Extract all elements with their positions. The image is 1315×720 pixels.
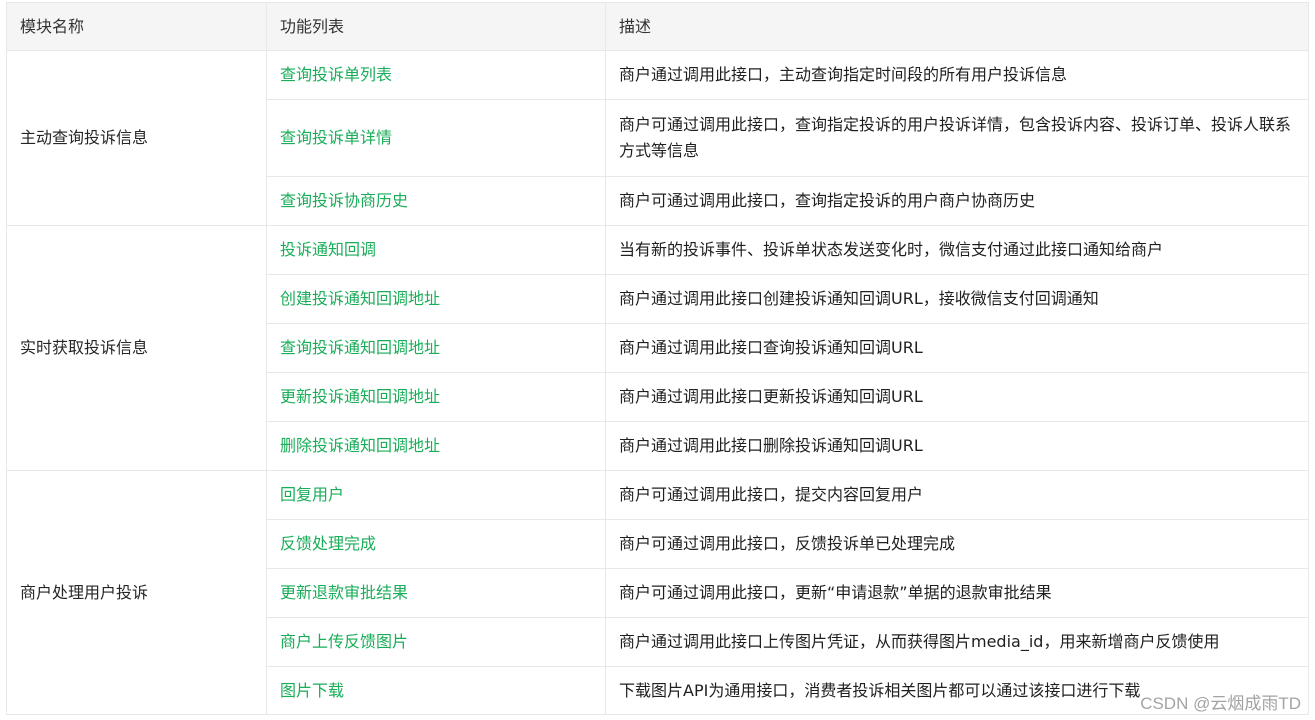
header-row: 模块名称 功能列表 描述: [6, 2, 1309, 51]
description-cell: 商户通过调用此接口查询投诉通知回调URL: [605, 323, 1309, 373]
function-link[interactable]: 图片下载: [280, 681, 344, 700]
description-cell: 商户可通过调用此接口，更新“申请退款”单据的退款审批结果: [605, 568, 1309, 618]
module-cell: 商户处理用户投诉: [6, 470, 267, 715]
function-cell: 投诉通知回调: [266, 225, 606, 275]
description-cell: 商户可通过调用此接口，查询指定投诉的用户投诉详情，包含投诉内容、投诉订单、投诉人…: [605, 99, 1309, 177]
function-link[interactable]: 查询投诉单列表: [280, 65, 392, 84]
function-link[interactable]: 查询投诉协商历史: [280, 191, 408, 210]
description-cell: 商户通过调用此接口删除投诉通知回调URL: [605, 421, 1309, 471]
function-cell: 商户上传反馈图片: [266, 617, 606, 667]
function-link[interactable]: 回复用户: [280, 485, 344, 504]
function-cell: 查询投诉协商历史: [266, 176, 606, 226]
function-link[interactable]: 查询投诉单详情: [280, 128, 392, 147]
api-table: 模块名称 功能列表 描述 主动查询投诉信息 查询投诉单列表 商户通过调用此接口，…: [6, 2, 1309, 715]
header-description: 描述: [605, 2, 1309, 51]
function-link[interactable]: 查询投诉通知回调地址: [280, 338, 440, 357]
function-link[interactable]: 删除投诉通知回调地址: [280, 436, 440, 455]
function-cell: 查询投诉通知回调地址: [266, 323, 606, 373]
description-cell: 商户可通过调用此接口，提交内容回复用户: [605, 470, 1309, 520]
module-cell: 实时获取投诉信息: [6, 225, 267, 471]
function-cell: 删除投诉通知回调地址: [266, 421, 606, 471]
function-link[interactable]: 反馈处理完成: [280, 534, 376, 553]
function-cell: 图片下载: [266, 666, 606, 715]
description-cell: 商户通过调用此接口创建投诉通知回调URL，接收微信支付回调通知: [605, 274, 1309, 324]
module-cell: 主动查询投诉信息: [6, 50, 267, 226]
function-cell: 查询投诉单列表: [266, 50, 606, 100]
function-link[interactable]: 更新退款审批结果: [280, 583, 408, 602]
header-function: 功能列表: [266, 2, 606, 51]
description-cell: 商户通过调用此接口更新投诉通知回调URL: [605, 372, 1309, 422]
description-cell: 商户可通过调用此接口，查询指定投诉的用户商户协商历史: [605, 176, 1309, 226]
function-cell: 创建投诉通知回调地址: [266, 274, 606, 324]
function-link[interactable]: 投诉通知回调: [280, 240, 376, 259]
function-cell: 查询投诉单详情: [266, 99, 606, 177]
function-cell: 回复用户: [266, 470, 606, 520]
function-link[interactable]: 更新投诉通知回调地址: [280, 387, 440, 406]
description-cell: 商户可通过调用此接口，反馈投诉单已处理完成: [605, 519, 1309, 569]
table-row: 主动查询投诉信息 查询投诉单列表 商户通过调用此接口，主动查询指定时间段的所有用…: [6, 50, 1309, 226]
function-cell: 更新退款审批结果: [266, 568, 606, 618]
description-cell: 商户通过调用此接口，主动查询指定时间段的所有用户投诉信息: [605, 50, 1309, 100]
description-cell: 下载图片API为通用接口，消费者投诉相关图片都可以通过该接口进行下载: [605, 666, 1309, 715]
function-cell: 更新投诉通知回调地址: [266, 372, 606, 422]
table-row: 商户处理用户投诉 回复用户 商户可通过调用此接口，提交内容回复用户: [6, 470, 1309, 715]
table-row: 实时获取投诉信息 投诉通知回调 当有新的投诉事件、投诉单状态发送变化时，微信支付…: [6, 225, 1309, 471]
function-cell: 反馈处理完成: [266, 519, 606, 569]
description-cell: 当有新的投诉事件、投诉单状态发送变化时，微信支付通过此接口通知给商户: [605, 225, 1309, 275]
function-link[interactable]: 商户上传反馈图片: [280, 632, 408, 651]
function-link[interactable]: 创建投诉通知回调地址: [280, 289, 440, 308]
description-cell: 商户通过调用此接口上传图片凭证，从而获得图片media_id，用来新增商户反馈使…: [605, 617, 1309, 667]
header-module: 模块名称: [6, 2, 267, 51]
